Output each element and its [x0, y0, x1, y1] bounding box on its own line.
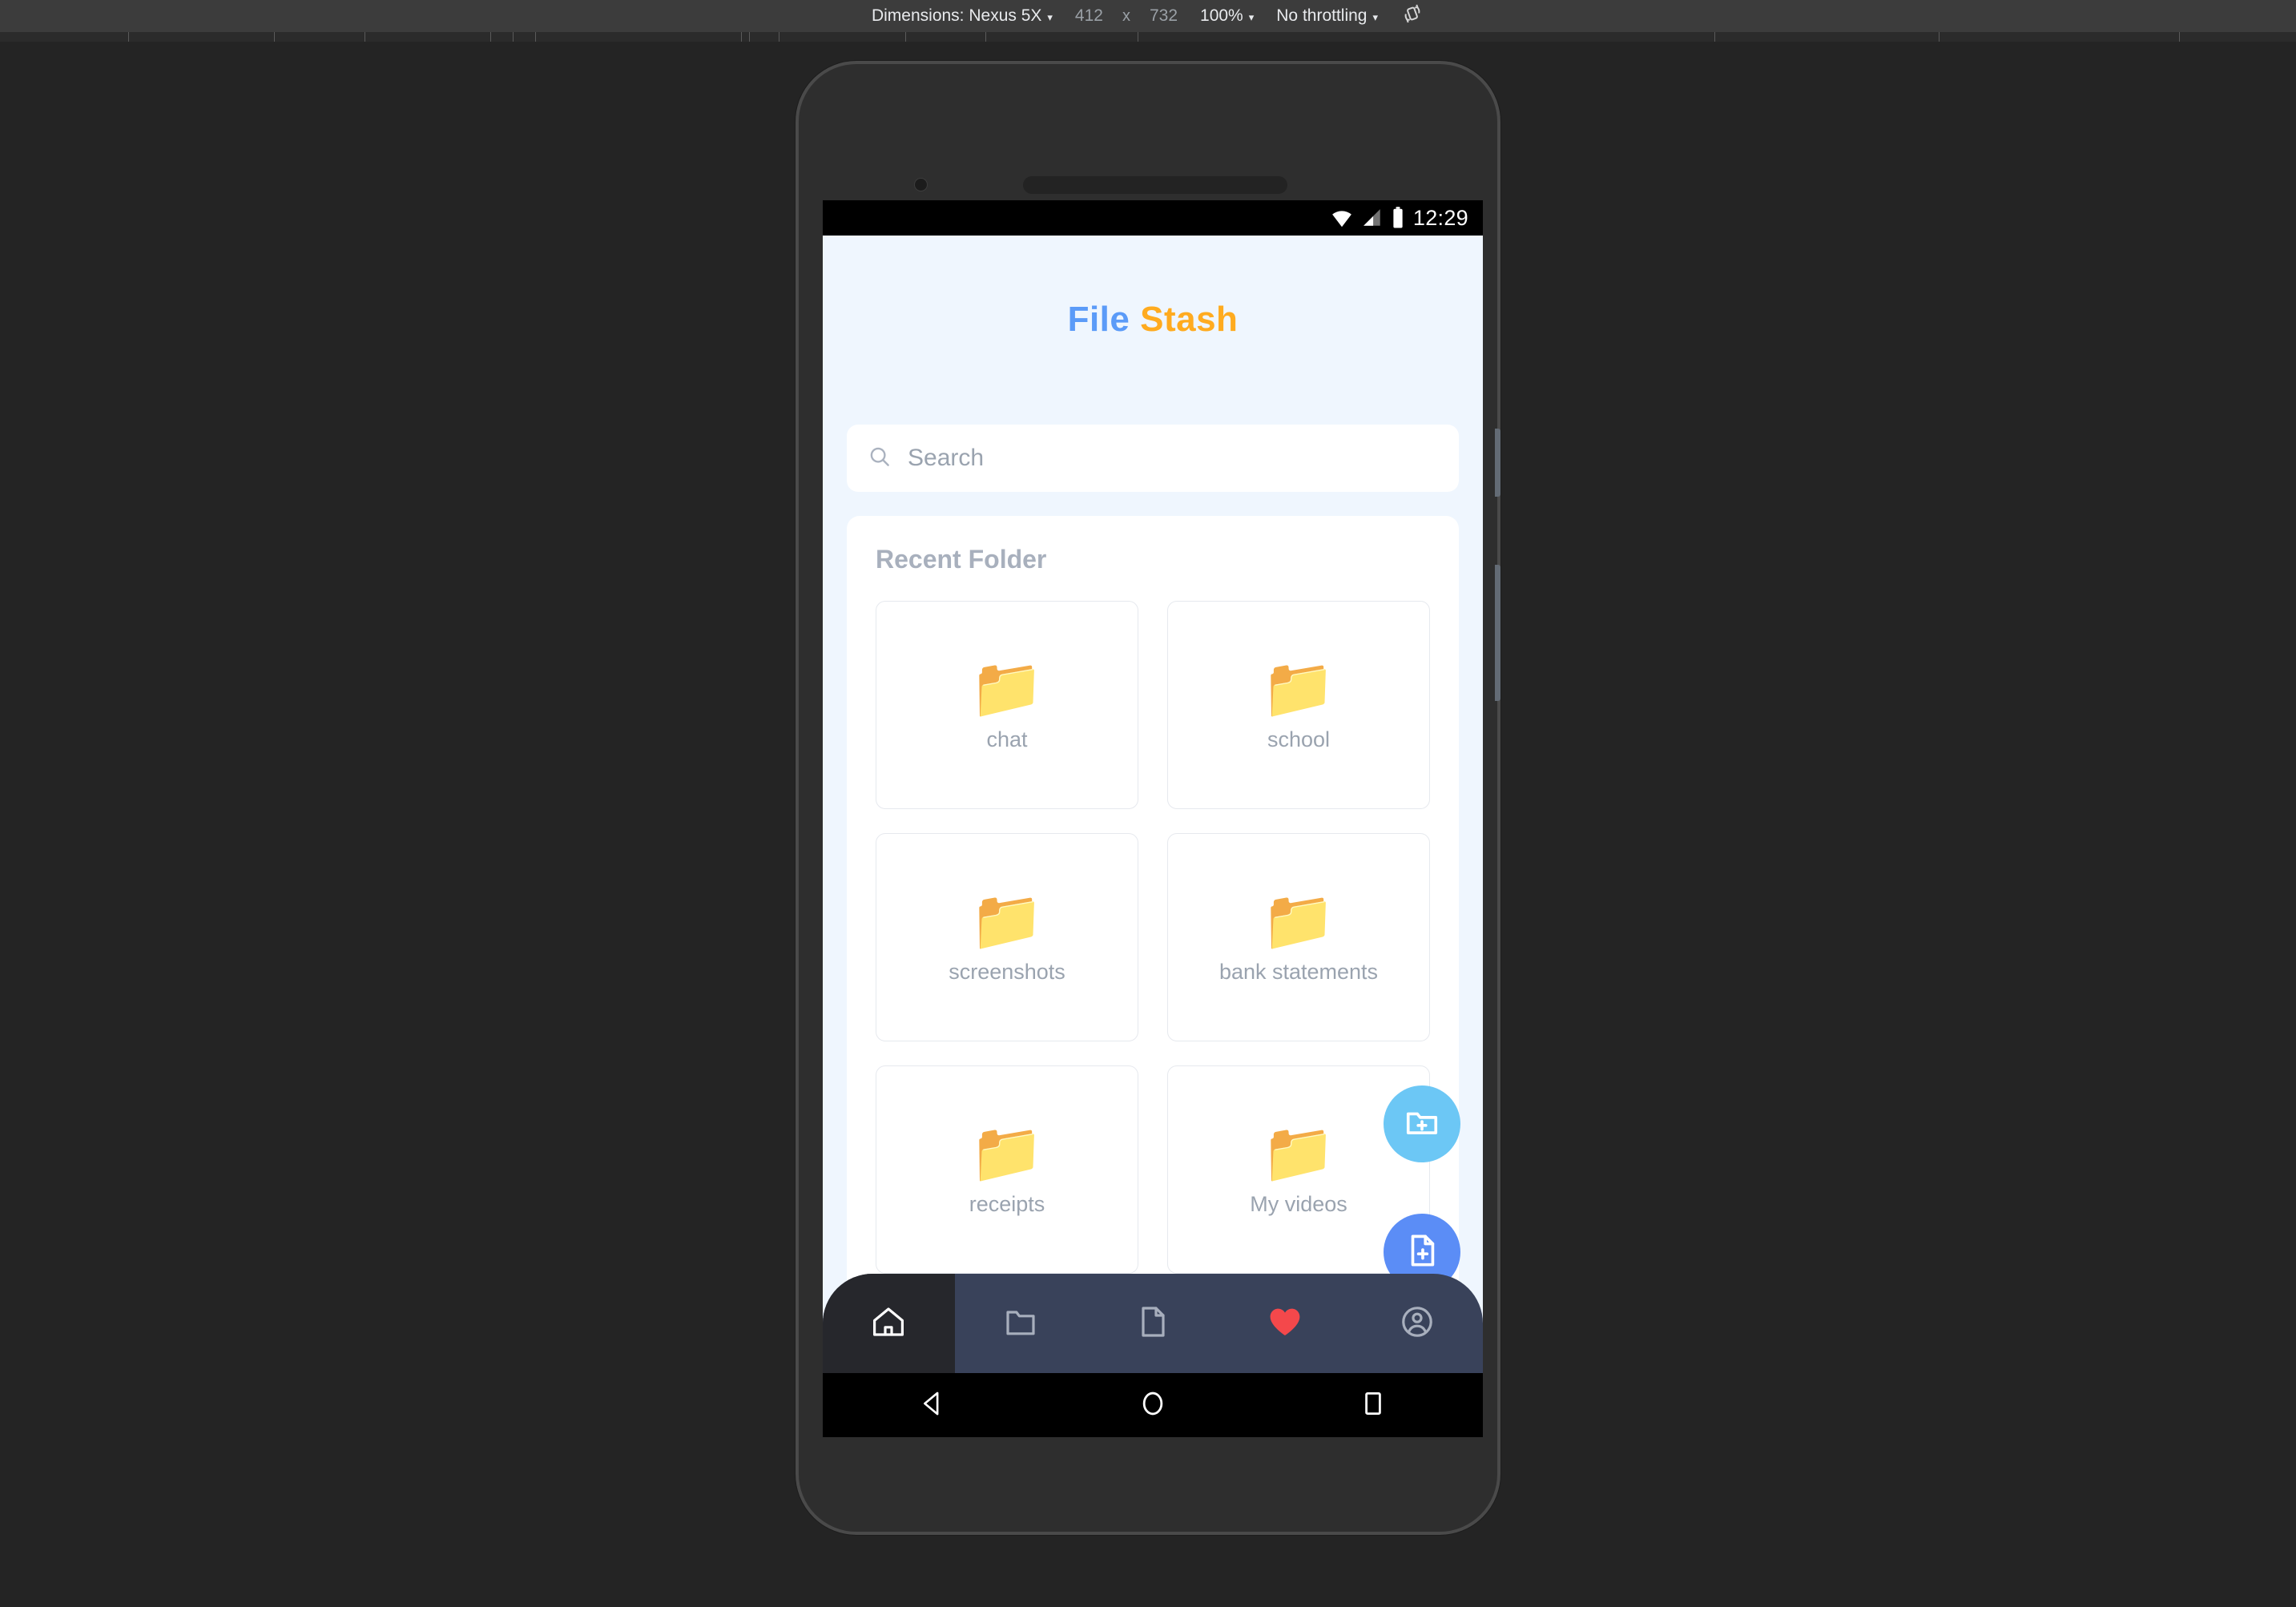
chevron-down-icon: ▾ — [1372, 10, 1379, 23]
ruler-tick — [1939, 32, 1940, 42]
rotate-button[interactable] — [1389, 2, 1436, 30]
viewport-height-value: 732 — [1149, 6, 1178, 25]
android-system-nav — [823, 1373, 1483, 1437]
zoom-selector[interactable]: 100% ▾ — [1189, 6, 1265, 26]
ruler-tick — [2179, 32, 2180, 42]
device-screen: 12:29 File Stash Recent Folder 📁 chat — [823, 200, 1483, 1373]
battery-icon — [1391, 206, 1405, 230]
folder-icon: 📁 — [1261, 886, 1336, 953]
device-selector[interactable]: Dimensions: Nexus 5X ▾ — [860, 6, 1064, 26]
earpiece-speaker — [1023, 176, 1287, 194]
ruler-tick — [749, 32, 750, 42]
viewport-width-value: 412 — [1074, 6, 1103, 25]
folder-card[interactable]: 📁 screenshots — [876, 833, 1138, 1041]
folder-card[interactable]: 📁 chat — [876, 601, 1138, 809]
folder-icon: 📁 — [1261, 1118, 1336, 1186]
cell-signal-icon — [1362, 207, 1383, 228]
volume-button[interactable] — [1495, 565, 1500, 701]
back-triangle-icon — [916, 1387, 949, 1424]
bottom-navigation-bar — [823, 1274, 1483, 1373]
system-recents-button[interactable] — [1356, 1387, 1390, 1424]
folder-card-label: receipts — [969, 1191, 1045, 1216]
viewport-ruler — [0, 32, 2296, 42]
wifi-icon — [1330, 206, 1354, 230]
device-toolbar: Dimensions: Nexus 5X ▾ 412 x 732 100% ▾ … — [0, 0, 2296, 32]
dimension-separator: x — [1122, 6, 1130, 25]
nav-item-folders[interactable] — [955, 1274, 1087, 1373]
folder-card-label: bank statements — [1218, 959, 1379, 984]
file-plus-icon — [1404, 1232, 1440, 1273]
ruler-tick — [1714, 32, 1715, 42]
system-back-button[interactable] — [916, 1387, 949, 1424]
new-folder-button[interactable] — [1384, 1085, 1460, 1162]
viewport-width-input[interactable]: 412 — [1064, 6, 1114, 26]
folder-icon: 📁 — [1261, 654, 1336, 721]
nav-item-files[interactable] — [1087, 1274, 1219, 1373]
android-status-bar: 12:29 — [823, 200, 1483, 236]
folder-icon: 📁 — [969, 654, 1045, 721]
folder-icon: 📁 — [969, 1118, 1045, 1186]
ruler-tick — [741, 32, 742, 42]
folder-icon: 📁 — [969, 886, 1045, 953]
file-outline-icon — [1134, 1303, 1172, 1345]
chevron-down-icon: ▾ — [1248, 10, 1255, 23]
search-bar[interactable] — [847, 425, 1459, 492]
recents-square-icon — [1356, 1387, 1390, 1424]
folder-card-label: school — [1267, 727, 1331, 751]
nav-item-favorites[interactable] — [1218, 1274, 1351, 1373]
app-viewport: File Stash Recent Folder 📁 chat 📁 — [823, 236, 1483, 1373]
recent-folder-panel: Recent Folder 📁 chat 📁 school 📁 screensh… — [847, 516, 1459, 1373]
account-circle-icon — [1398, 1303, 1436, 1345]
ruler-tick — [274, 32, 275, 42]
folder-card-label: chat — [986, 727, 1028, 751]
power-button[interactable] — [1495, 429, 1500, 497]
zoom-value: 100% — [1200, 6, 1243, 25]
viewport-height-input[interactable]: 732 — [1138, 6, 1189, 26]
folder-card[interactable]: 📁 school — [1167, 601, 1430, 809]
device-selector-label: Dimensions: Nexus 5X — [871, 6, 1042, 25]
page-title: File Stash — [823, 300, 1483, 340]
search-input[interactable] — [908, 425, 1438, 492]
ruler-tick — [535, 32, 536, 42]
nav-item-account[interactable] — [1351, 1274, 1483, 1373]
ruler-tick — [905, 32, 906, 42]
recent-folder-heading: Recent Folder — [876, 545, 1047, 574]
ruler-tick — [985, 32, 986, 42]
chevron-down-icon: ▾ — [1047, 10, 1053, 23]
system-home-button[interactable] — [1136, 1387, 1170, 1424]
heart-icon — [1266, 1303, 1304, 1345]
status-bar-clock: 12:29 — [1412, 205, 1468, 230]
page-title-part-1: File — [1067, 300, 1130, 339]
home-circle-icon — [1136, 1387, 1170, 1424]
folder-card[interactable]: 📁 receipts — [876, 1065, 1138, 1274]
ruler-tick — [513, 32, 514, 42]
folder-card-label: My videos — [1250, 1191, 1347, 1216]
rotate-icon — [1400, 2, 1424, 30]
home-icon — [869, 1303, 908, 1345]
search-icon — [868, 445, 892, 473]
folder-card[interactable]: 📁 bank statements — [1167, 833, 1430, 1041]
folder-grid: 📁 chat 📁 school 📁 screenshots 📁 bank sta… — [876, 601, 1430, 1274]
folder-card-label: screenshots — [949, 959, 1065, 984]
nav-item-home[interactable] — [823, 1274, 955, 1373]
ruler-tick — [128, 32, 129, 42]
folder-outline-icon — [1001, 1303, 1040, 1345]
front-camera-icon — [914, 178, 928, 191]
folder-plus-icon — [1404, 1104, 1440, 1145]
ruler-tick — [490, 32, 491, 42]
page-title-part-2: Stash — [1140, 300, 1239, 339]
throttling-value: No throttling — [1276, 6, 1368, 25]
throttling-selector[interactable]: No throttling ▾ — [1265, 6, 1389, 26]
